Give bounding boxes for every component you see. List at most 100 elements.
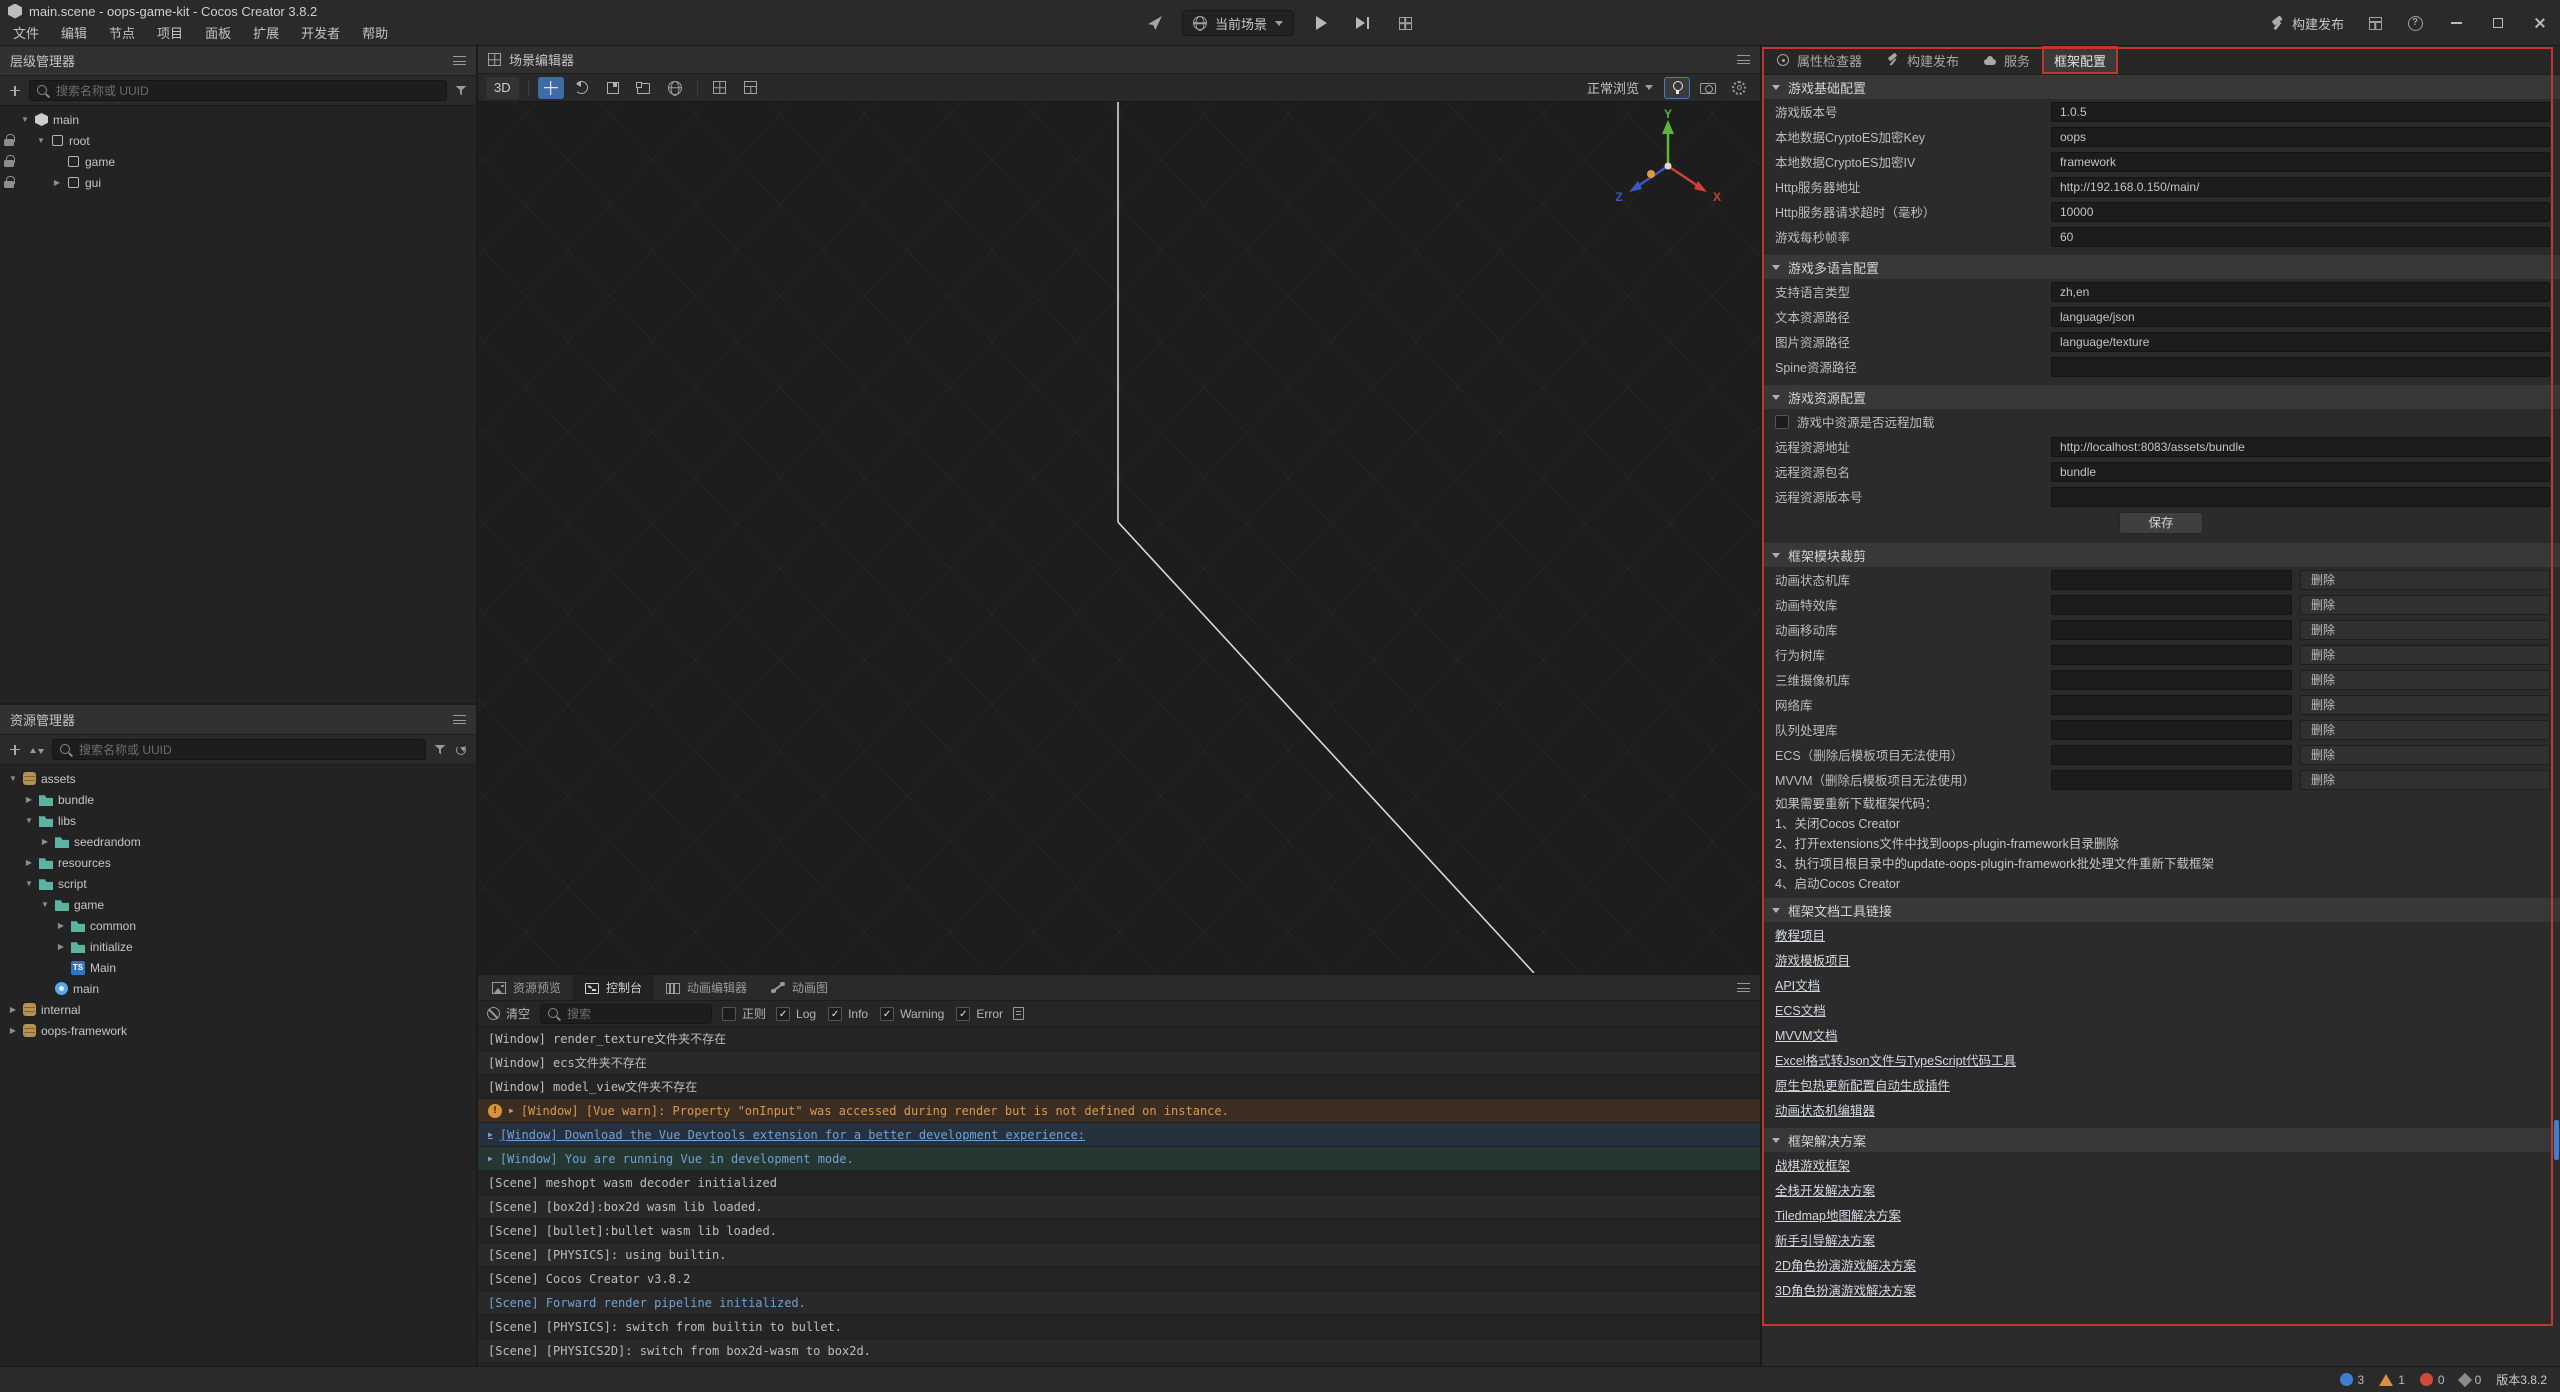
doc-link[interactable]: 动画状态机编辑器 <box>1775 1100 1875 1119</box>
log-filter[interactable]: Info <box>828 1007 868 1021</box>
tree-node[interactable]: game <box>0 151 476 172</box>
log-row[interactable]: [Window] render_texture文件夹不存在 <box>478 1027 1760 1051</box>
menu-item[interactable]: 节点 <box>98 22 146 46</box>
scene-settings-button[interactable] <box>1726 77 1752 99</box>
move-tool-button[interactable] <box>538 77 564 99</box>
console-tab[interactable]: 资源预览 <box>480 975 573 1000</box>
preview-launch-button[interactable] <box>1140 10 1170 36</box>
doc-link[interactable]: 教程项目 <box>1775 925 1825 944</box>
snap-grid-button[interactable] <box>707 77 733 99</box>
console-tab[interactable]: 动画图 <box>759 975 840 1000</box>
save-button[interactable]: 保存 <box>2119 512 2203 534</box>
property-input[interactable] <box>2051 332 2550 352</box>
hierarchy-search-input[interactable] <box>56 84 440 98</box>
log-row[interactable]: [Scene] [bullet]:bullet wasm lib loaded. <box>478 1219 1760 1243</box>
module-input[interactable] <box>2051 670 2292 690</box>
solution-link[interactable]: 全栈开发解决方案 <box>1775 1180 1875 1199</box>
doc-link[interactable]: ECS文档 <box>1775 1000 1826 1019</box>
scale-tool-button[interactable] <box>600 77 626 99</box>
log-row[interactable]: [Scene] meshopt wasm decoder initialized <box>478 1171 1760 1195</box>
module-input[interactable] <box>2051 620 2292 640</box>
menu-item[interactable]: 帮助 <box>351 22 399 46</box>
log-row[interactable]: [Scene] [PHYSICS]: switch from builtin t… <box>478 1315 1760 1339</box>
property-input[interactable] <box>2051 282 2550 302</box>
section-header[interactable]: 框架文档工具链接 <box>1762 898 2560 922</box>
delete-button[interactable]: 删除 <box>2300 570 2550 590</box>
property-input[interactable] <box>2051 437 2550 457</box>
inspector-tab[interactable]: 构建发布 <box>1874 46 1971 74</box>
axis-gizmo[interactable]: Y X Z <box>1588 108 1738 220</box>
module-input[interactable] <box>2051 770 2292 790</box>
panel-menu-icon[interactable] <box>453 56 466 65</box>
log-row[interactable]: [Scene] Cocos Creator v3.8.2 <box>478 1267 1760 1291</box>
tree-node[interactable]: main <box>0 109 476 130</box>
pivot-space-button[interactable] <box>662 77 688 99</box>
task-counter[interactable]: 0 <box>2460 1373 2482 1387</box>
expand-arrow[interactable] <box>20 116 30 124</box>
solution-link[interactable]: Tiledmap地图解决方案 <box>1775 1205 1901 1224</box>
tree-node[interactable]: oops-framework <box>0 1020 476 1041</box>
menu-item[interactable]: 开发者 <box>290 22 351 46</box>
inspector-tab[interactable]: 属性检查器 <box>1764 46 1874 74</box>
log-filter[interactable]: Log <box>776 1007 816 1021</box>
log-filter[interactable]: Error <box>956 1007 1003 1021</box>
console-search-input[interactable] <box>567 1007 705 1021</box>
maximize-button[interactable] <box>2482 9 2514 37</box>
module-input[interactable] <box>2051 645 2292 665</box>
log-row[interactable]: [Scene] [box2d]:box2d wasm lib loaded. <box>478 1195 1760 1219</box>
section-header[interactable]: 游戏多语言配置 <box>1762 255 2560 279</box>
tree-node[interactable]: seedrandom <box>0 831 476 852</box>
tree-node[interactable]: gui <box>0 172 476 193</box>
error-counter[interactable]: 0 <box>2420 1373 2445 1387</box>
log-filter[interactable]: Warning <box>880 1007 944 1021</box>
panel-menu-icon[interactable] <box>1737 983 1750 992</box>
tree-node[interactable]: internal <box>0 999 476 1020</box>
tree-node[interactable]: libs <box>0 810 476 831</box>
log-expand-arrow[interactable] <box>509 1106 514 1115</box>
property-input[interactable] <box>2051 307 2550 327</box>
property-input[interactable] <box>2051 462 2550 482</box>
expand-arrow[interactable] <box>8 775 18 783</box>
log-row[interactable]: [Scene] [PHYSICS2D]: switch from box2d-w… <box>478 1339 1760 1363</box>
expand-arrow[interactable] <box>24 859 34 867</box>
delete-button[interactable]: 删除 <box>2300 770 2550 790</box>
expand-arrow[interactable] <box>8 1006 18 1014</box>
module-input[interactable] <box>2051 570 2292 590</box>
log-expand-arrow[interactable] <box>488 1130 493 1139</box>
tree-node[interactable]: script <box>0 873 476 894</box>
doc-link[interactable]: Excel格式转Json文件与TypeScript代码工具 <box>1775 1050 2016 1069</box>
checkbox-icon[interactable] <box>828 1007 842 1021</box>
solution-link[interactable]: 2D角色扮演游戏解决方案 <box>1775 1255 1916 1274</box>
expand-arrow[interactable] <box>24 796 34 804</box>
refresh-icon[interactable] <box>454 743 468 757</box>
message-counter[interactable]: 3 <box>2340 1373 2365 1387</box>
checkbox-icon[interactable] <box>776 1007 790 1021</box>
tree-node[interactable]: common <box>0 915 476 936</box>
remote-load-checkbox[interactable] <box>1775 415 1789 429</box>
clear-console-button[interactable]: 清空 <box>487 1005 530 1022</box>
snap-object-button[interactable] <box>738 77 764 99</box>
scene-light-toggle[interactable] <box>1664 77 1690 99</box>
delete-button[interactable]: 删除 <box>2300 670 2550 690</box>
help-button[interactable] <box>2400 10 2430 36</box>
expand-arrow[interactable] <box>40 901 50 909</box>
menu-item[interactable]: 编辑 <box>50 22 98 46</box>
regex-checkbox[interactable] <box>722 1007 736 1021</box>
property-input[interactable] <box>2051 487 2550 507</box>
expand-arrow[interactable] <box>24 880 34 888</box>
tree-node[interactable]: root <box>0 130 476 151</box>
minimize-button[interactable] <box>2440 9 2472 37</box>
delete-button[interactable]: 删除 <box>2300 720 2550 740</box>
build-publish-button[interactable]: 构建发布 <box>2263 14 2350 33</box>
filter-icon[interactable] <box>433 743 447 757</box>
doc-link[interactable]: 原生包热更新配置自动生成插件 <box>1775 1075 1950 1094</box>
expand-arrow[interactable] <box>36 137 46 145</box>
section-header[interactable]: 框架解决方案 <box>1762 1128 2560 1152</box>
log-row[interactable]: [Scene] [PHYSICS]: using builtin. <box>478 1243 1760 1267</box>
delete-button[interactable]: 删除 <box>2300 620 2550 640</box>
layout-button[interactable] <box>1390 10 1420 36</box>
console-tab[interactable]: 控制台 <box>573 975 654 1000</box>
doc-link[interactable]: MVVM文档 <box>1775 1025 1838 1044</box>
solution-link[interactable]: 新手引导解决方案 <box>1775 1230 1875 1249</box>
module-input[interactable] <box>2051 745 2292 765</box>
